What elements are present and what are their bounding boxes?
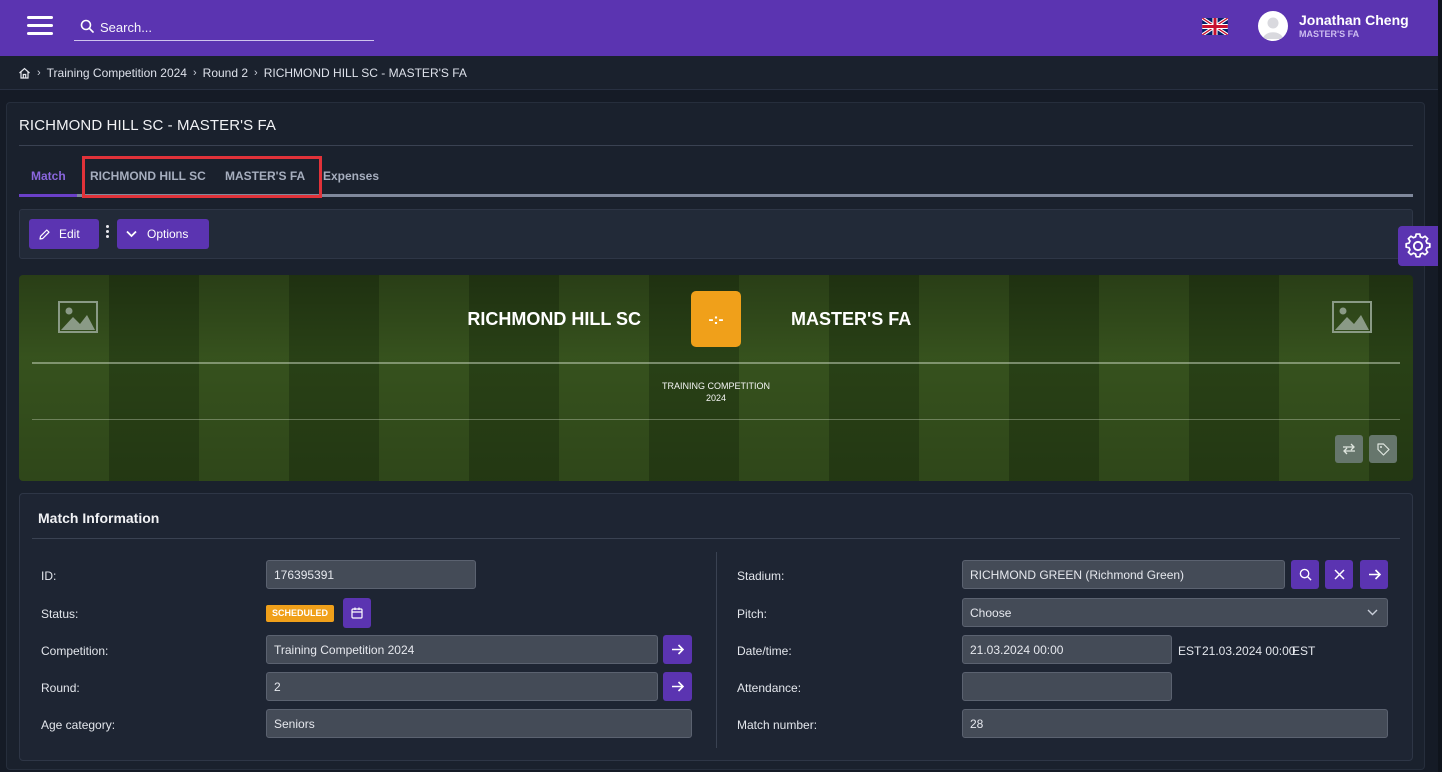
id-label: ID:: [41, 569, 57, 583]
user-organization: MASTER'S FA: [1299, 29, 1360, 39]
clear-stadium-button[interactable]: [1325, 560, 1353, 589]
calendar-icon: [351, 607, 363, 619]
go-to-round-button[interactable]: [663, 672, 692, 701]
chevron-right-icon: ›: [192, 66, 197, 79]
gear-icon: [1405, 233, 1431, 258]
section-title: Match Information: [38, 510, 160, 526]
competition-name: TRAINING COMPETITION 2024: [616, 380, 816, 404]
edit-label: Edit: [59, 227, 80, 241]
match-number-label: Match number:: [737, 718, 818, 732]
round-label: Round:: [41, 681, 80, 695]
chevron-right-icon: ›: [37, 66, 41, 79]
tab-match[interactable]: Match: [31, 169, 66, 183]
uk-flag-icon[interactable]: [1202, 18, 1228, 35]
pitch-select-value: Choose: [970, 606, 1012, 620]
search-stadium-button[interactable]: [1291, 560, 1319, 589]
arrow-right-icon: [672, 644, 684, 655]
search-icon: [80, 19, 94, 33]
chevron-down-icon: [1367, 609, 1378, 616]
datetime-alt: 21.03.2024 00:00: [1202, 644, 1296, 658]
pitch-select[interactable]: Choose: [962, 598, 1388, 627]
age-category-field[interactable]: Seniors: [266, 709, 692, 738]
round-field[interactable]: 2: [266, 672, 658, 701]
chevron-down-icon: [126, 230, 137, 238]
divider: [19, 145, 1413, 146]
arrow-right-icon: [1368, 569, 1381, 580]
match-information-panel: Match Information ID: 176395391 Status: …: [19, 493, 1413, 761]
options-label: Options: [147, 227, 189, 241]
more-vertical-icon[interactable]: [106, 225, 110, 241]
pitch-label: Pitch:: [737, 607, 768, 621]
breadcrumb-competition[interactable]: Training Competition 2024: [47, 66, 187, 80]
search-input[interactable]: [100, 17, 370, 37]
competition-label: Competition:: [41, 644, 109, 658]
timezone-label-alt: EST: [1292, 644, 1316, 658]
breadcrumb-round[interactable]: Round 2: [203, 66, 248, 80]
score-box: -:-: [691, 291, 741, 347]
datetime-field[interactable]: 21.03.2024 00:00: [962, 635, 1172, 664]
divider: [32, 538, 1400, 539]
page-title: RICHMOND HILL SC - MASTER'S FA: [19, 117, 277, 134]
schedule-button[interactable]: [343, 598, 371, 628]
id-field[interactable]: 176395391: [266, 560, 476, 589]
avatar[interactable]: [1258, 11, 1288, 41]
chevron-right-icon: ›: [254, 66, 258, 79]
attendance-field[interactable]: [962, 672, 1172, 701]
active-tab-indicator: [19, 194, 77, 197]
highlight-box: [82, 156, 322, 198]
status-badge: SCHEDULED: [266, 605, 335, 622]
pitch-line: [32, 419, 1400, 420]
swap-icon: [1343, 443, 1355, 455]
away-team-logo-placeholder-icon: [1332, 301, 1372, 333]
go-to-stadium-button[interactable]: [1360, 560, 1388, 589]
away-team-name: MASTER'S FA: [791, 309, 912, 329]
home-icon[interactable]: [18, 67, 31, 79]
tab-bar: Match RICHMOND HILL SC MASTER'S FA Expen…: [19, 156, 1413, 198]
competition-name-line1: TRAINING COMPETITION: [662, 381, 770, 391]
user-name[interactable]: Jonathan Cheng: [1299, 12, 1409, 28]
competition-name-line2: 2024: [705, 393, 727, 403]
menu-icon[interactable]: [27, 16, 53, 36]
search-box: [74, 14, 374, 41]
status-label: Status:: [41, 607, 79, 621]
go-to-competition-button[interactable]: [663, 635, 692, 664]
arrow-right-icon: [672, 681, 684, 692]
age-category-label: Age category:: [41, 718, 116, 732]
competition-field[interactable]: Training Competition 2024: [266, 635, 658, 664]
breadcrumb: › Training Competition 2024 › Round 2 › …: [0, 56, 1438, 90]
breadcrumb-match: RICHMOND HILL SC - MASTER'S FA: [263, 65, 467, 80]
match-card: RICHMOND HILL SC - MASTER'S FA Match RIC…: [6, 102, 1425, 770]
close-icon: [1333, 569, 1345, 580]
column-divider: [716, 552, 717, 748]
tab-expenses[interactable]: Expenses: [323, 169, 379, 183]
match-banner: RICHMOND HILL SC -:- MASTER'S FA TRAININ…: [19, 275, 1413, 481]
settings-button[interactable]: [1398, 226, 1438, 266]
pencil-icon: [39, 228, 50, 240]
tag-button[interactable]: [1369, 435, 1397, 463]
top-bar: Jonathan Cheng MASTER'S FA: [0, 0, 1438, 56]
pitch-line: [32, 362, 1400, 364]
options-button[interactable]: Options: [117, 219, 209, 249]
datetime-label: Date/time:: [737, 644, 792, 658]
stadium-label: Stadium:: [737, 569, 785, 583]
scrollbar[interactable]: [1438, 0, 1442, 772]
home-team-name: RICHMOND HILL SC: [467, 309, 641, 329]
search-icon: [1299, 568, 1312, 581]
match-number-field[interactable]: 28: [962, 709, 1388, 738]
attendance-label: Attendance:: [737, 681, 802, 695]
timezone-label: EST: [1178, 644, 1202, 658]
toolbar: Edit Options: [19, 209, 1413, 259]
stadium-field[interactable]: RICHMOND GREEN (Richmond Green): [962, 560, 1285, 589]
home-team-logo-placeholder-icon: [58, 301, 98, 333]
swap-button[interactable]: [1335, 435, 1363, 463]
tag-icon: [1376, 442, 1390, 456]
edit-button[interactable]: Edit: [29, 219, 99, 249]
